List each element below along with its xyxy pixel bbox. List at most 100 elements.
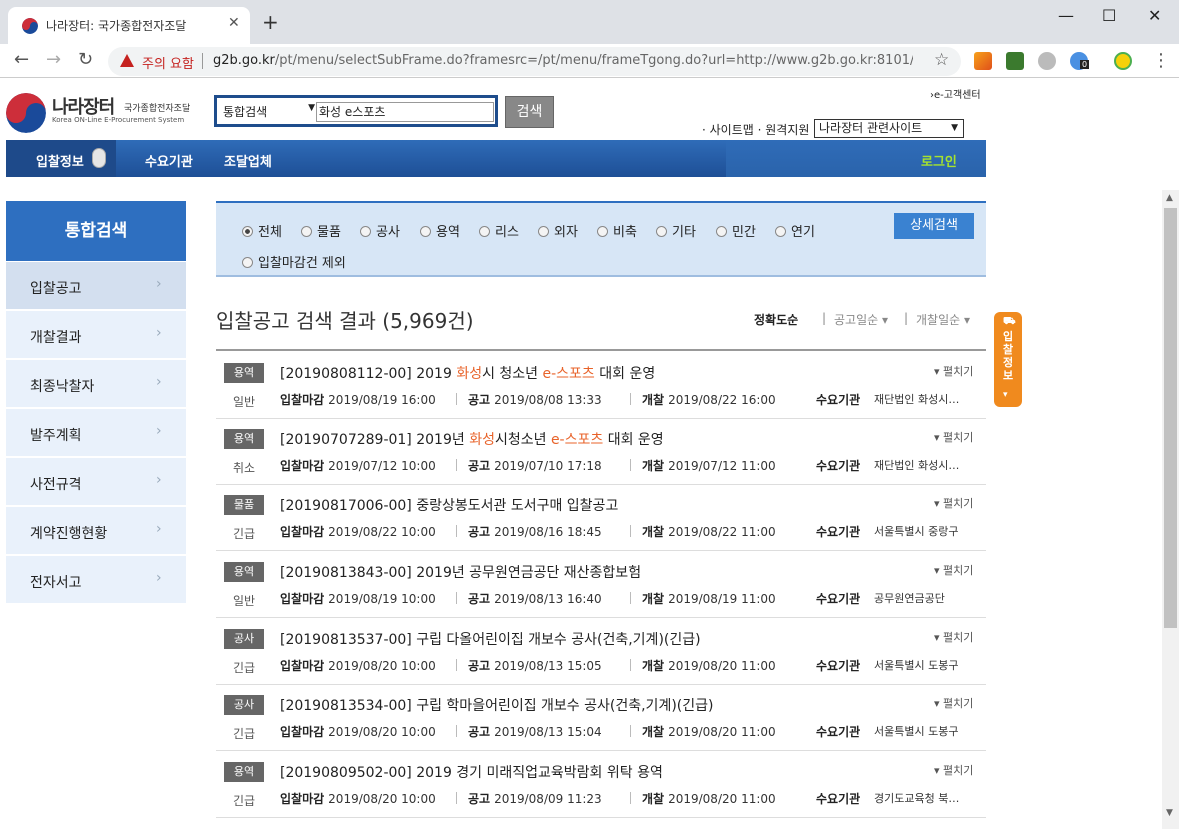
- radio-construction[interactable]: 공사: [360, 221, 400, 240]
- address-bar[interactable]: 주의 요함 g2b.go.kr/pt/menu/selectSubFrame.d…: [108, 47, 961, 76]
- new-tab-button[interactable]: +: [262, 12, 279, 32]
- radio-service[interactable]: 용역: [420, 221, 460, 240]
- expand-toggle[interactable]: ▾ 펼치기: [934, 495, 973, 511]
- result-title-link[interactable]: [20190813537-00] 구립 다올어린이집 개보수 공사(건축,기계)…: [280, 629, 701, 649]
- sidebar-item-contract-status[interactable]: 계약진행현황 ›: [6, 507, 186, 555]
- result-title-link[interactable]: [20190817006-00] 중랑상봉도서관 도서구매 입찰공고: [280, 495, 618, 515]
- agency-name: 공무원연금공단: [874, 592, 945, 605]
- sidebar-item-e-archive[interactable]: 전자서고 ›: [6, 556, 186, 604]
- extension-shield-icon[interactable]: [1006, 52, 1024, 70]
- extension-chart-icon[interactable]: [974, 52, 992, 70]
- sidebar-item-pre-spec[interactable]: 사전규격 ›: [6, 458, 186, 506]
- tab-close-icon[interactable]: ✕: [228, 15, 240, 31]
- scroll-up-icon[interactable]: ▲: [1166, 193, 1173, 203]
- filter-panel: 전체 물품 공사 용역 리스 외자 비축 기타 민간 연기 입찰마감건 제외 상…: [216, 201, 986, 277]
- sidebar-item-order-plan[interactable]: 발주계획 ›: [6, 409, 186, 457]
- extension-user-icon[interactable]: 0: [1070, 52, 1090, 70]
- maximize-icon[interactable]: ☐: [1102, 6, 1116, 25]
- chevron-right-icon: ›: [156, 472, 162, 488]
- radio-stockpile[interactable]: 비축: [597, 221, 637, 240]
- result-row[interactable]: 용역 [20190809502-00] 2019 경기 미래직업교육박람회 위탁 …: [216, 752, 986, 818]
- floating-bid-info-tab[interactable]: ⛟ 입찰정보 ▾: [994, 312, 1022, 407]
- result-row[interactable]: 용역 [20190813843-00] 2019년 공무원연금공단 재산종합보험 ▾…: [216, 552, 986, 618]
- expand-toggle[interactable]: ▾ 펼치기: [934, 562, 973, 578]
- sort-accuracy[interactable]: 정확도순: [754, 311, 798, 328]
- sort-opening-date[interactable]: 개찰일순 ▾: [916, 311, 970, 328]
- related-sites-select[interactable]: 나라장터 관련사이트 ▼: [814, 119, 964, 138]
- browser-titlebar: 나라장터: 국가종합전자조달 ✕ + — ☐ ✕: [0, 0, 1179, 44]
- extension-globe-icon[interactable]: [1038, 52, 1056, 70]
- meta-separator: [456, 459, 457, 471]
- expand-toggle[interactable]: ▾ 펼치기: [934, 695, 973, 711]
- sidebar-item-bid-notice[interactable]: 입찰공고 ›: [6, 262, 186, 310]
- search-type-select[interactable]: 통합검색 ▼: [223, 103, 315, 121]
- meta-separator: [630, 725, 631, 737]
- scroll-down-icon[interactable]: ▼: [1166, 808, 1173, 818]
- radio-checked-icon: [242, 226, 253, 237]
- result-title: 입찰공고 검색 결과 (5,969건): [216, 309, 474, 333]
- chevron-right-icon: ›: [156, 423, 162, 439]
- nav-demand-agency[interactable]: 수요기관: [145, 151, 193, 170]
- close-window-icon[interactable]: ✕: [1148, 6, 1161, 25]
- radio-postponed[interactable]: 연기: [775, 221, 815, 240]
- agency-name: 서울특별시 중랑구: [874, 525, 959, 538]
- browser-menu-icon[interactable]: ⋮: [1152, 50, 1170, 71]
- deadline-info: 입찰마감 2019/08/19 10:00: [280, 592, 436, 606]
- bookmark-star-icon[interactable]: ☆: [934, 50, 949, 70]
- sort-notice-date[interactable]: 공고일순 ▾: [834, 311, 888, 328]
- radio-all[interactable]: 전체: [242, 221, 282, 240]
- back-icon[interactable]: ←: [14, 50, 29, 70]
- sidebar-item-opening-results[interactable]: 개찰결과 ›: [6, 311, 186, 359]
- result-row[interactable]: 물품 [20190817006-00] 중랑상봉도서관 도서구매 입찰공고 ▾ 펼치…: [216, 485, 986, 551]
- radio-icon: [775, 226, 786, 237]
- result-title-link[interactable]: [20190808112-00] 2019 화성시 청소년 e-스포츠 대회 운…: [280, 363, 655, 383]
- agency-name: 경기도교육청 북…: [874, 792, 960, 805]
- page-scrollbar[interactable]: ▲ ▼: [1162, 190, 1179, 829]
- reload-icon[interactable]: ↻: [78, 50, 93, 70]
- floating-tab-label: 입찰정보: [1002, 330, 1014, 382]
- scroll-thumb[interactable]: [1164, 208, 1177, 628]
- nav-bid-info[interactable]: 입찰정보: [36, 151, 84, 170]
- search-input[interactable]: 화성 e스포츠: [316, 102, 494, 122]
- meta-separator: [630, 659, 631, 671]
- radio-lease[interactable]: 리스: [479, 221, 519, 240]
- radio-private[interactable]: 민간: [716, 221, 756, 240]
- chevron-right-icon: ›: [156, 276, 162, 292]
- radio-foreign[interactable]: 외자: [538, 221, 578, 240]
- taegeuk-logo-icon[interactable]: [6, 93, 46, 133]
- expand-toggle[interactable]: ▾ 펼치기: [934, 762, 973, 778]
- radio-other[interactable]: 기타: [656, 221, 696, 240]
- taegeuk-favicon-icon: [22, 18, 38, 34]
- forward-icon[interactable]: →: [46, 50, 61, 70]
- minimize-icon[interactable]: —: [1058, 6, 1074, 25]
- profile-avatar-icon[interactable]: [1114, 52, 1132, 70]
- sidebar-item-label: 전자서고: [30, 575, 82, 591]
- e-customer-center-link[interactable]: ›e-고객센터: [930, 86, 981, 101]
- login-link[interactable]: 로그인: [921, 151, 957, 170]
- checkbox-exclude-closed[interactable]: 입찰마감건 제외: [242, 252, 346, 271]
- result-row[interactable]: 공사 [20190813537-00] 구립 다올어린이집 개보수 공사(건축,기…: [216, 619, 986, 685]
- result-title-link[interactable]: [20190813534-00] 구립 학마을어린이집 개보수 공사(건축,기계…: [280, 695, 713, 715]
- browser-tab[interactable]: 나라장터: 국가종합전자조달 ✕: [8, 7, 250, 44]
- radio-icon: [716, 226, 727, 237]
- nav-supplier[interactable]: 조달업체: [224, 151, 272, 170]
- detail-search-button[interactable]: 상세검색: [894, 213, 974, 239]
- notice-info: 공고 2019/07/10 17:18: [468, 459, 602, 473]
- search-button[interactable]: 검색: [505, 96, 554, 128]
- result-row[interactable]: 용역 [20190808112-00] 2019 화성시 청소년 e-스포츠 대회…: [216, 353, 986, 419]
- result-title-link[interactable]: [20190707289-01] 2019년 화성시청소년 e-스포츠 대회 운…: [280, 429, 664, 449]
- security-warning[interactable]: 주의 요함: [142, 53, 194, 72]
- expand-toggle[interactable]: ▾ 펼치기: [934, 629, 973, 645]
- expand-toggle[interactable]: ▾ 펼치기: [934, 363, 973, 379]
- radio-icon: [420, 226, 431, 237]
- sitemap-remote-links[interactable]: · 사이트맵 · 원격지원: [702, 121, 809, 138]
- result-row[interactable]: 공사 [20190813534-00] 구립 학마을어린이집 개보수 공사(건축,…: [216, 685, 986, 751]
- url-text[interactable]: g2b.go.kr/pt/menu/selectSubFrame.do?fram…: [213, 53, 913, 68]
- category-badge: 용역: [224, 429, 264, 449]
- result-title-link[interactable]: [20190813843-00] 2019년 공무원연금공단 재산종합보험: [280, 562, 641, 582]
- sidebar-item-final-winner[interactable]: 최종낙찰자 ›: [6, 360, 186, 408]
- radio-goods[interactable]: 물품: [301, 221, 341, 240]
- expand-toggle[interactable]: ▾ 펼치기: [934, 429, 973, 445]
- result-title-link[interactable]: [20190809502-00] 2019 경기 미래직업교육박람회 위탁 용역: [280, 762, 663, 782]
- result-row[interactable]: 용역 [20190707289-01] 2019년 화성시청소년 e-스포츠 대회…: [216, 419, 986, 485]
